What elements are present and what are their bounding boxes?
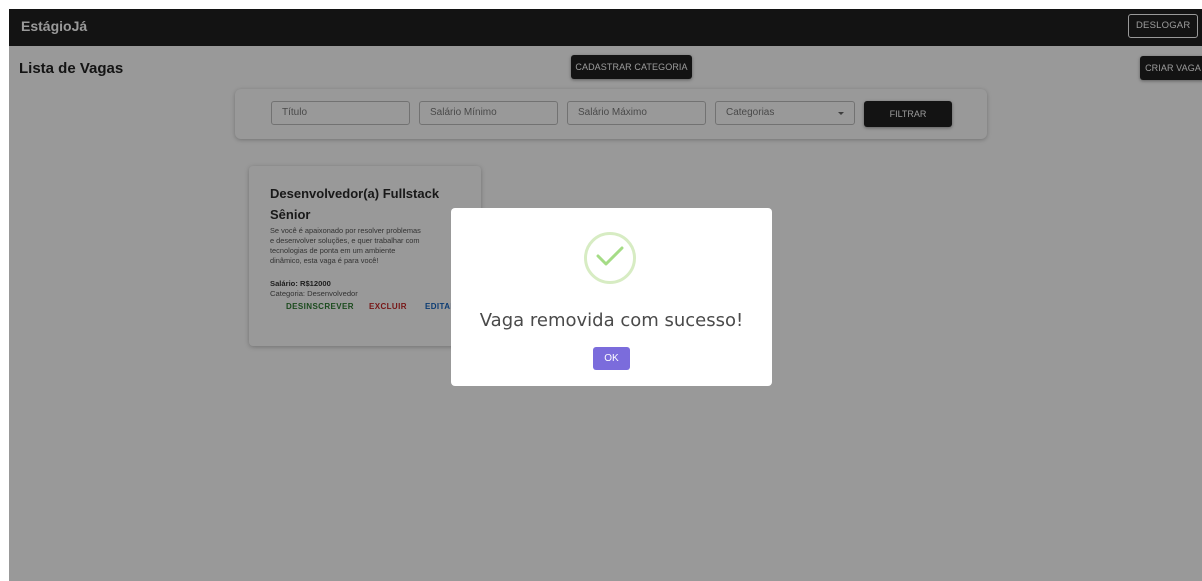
ok-button[interactable]: OK — [593, 347, 630, 370]
app-window: EstágioJá DESLOGAR Lista de Vagas CADAST… — [9, 9, 1202, 581]
success-check-icon — [584, 232, 636, 284]
dialog-message: Vaga removida com sucesso! — [479, 310, 744, 331]
success-dialog: Vaga removida com sucesso! OK — [451, 208, 772, 386]
